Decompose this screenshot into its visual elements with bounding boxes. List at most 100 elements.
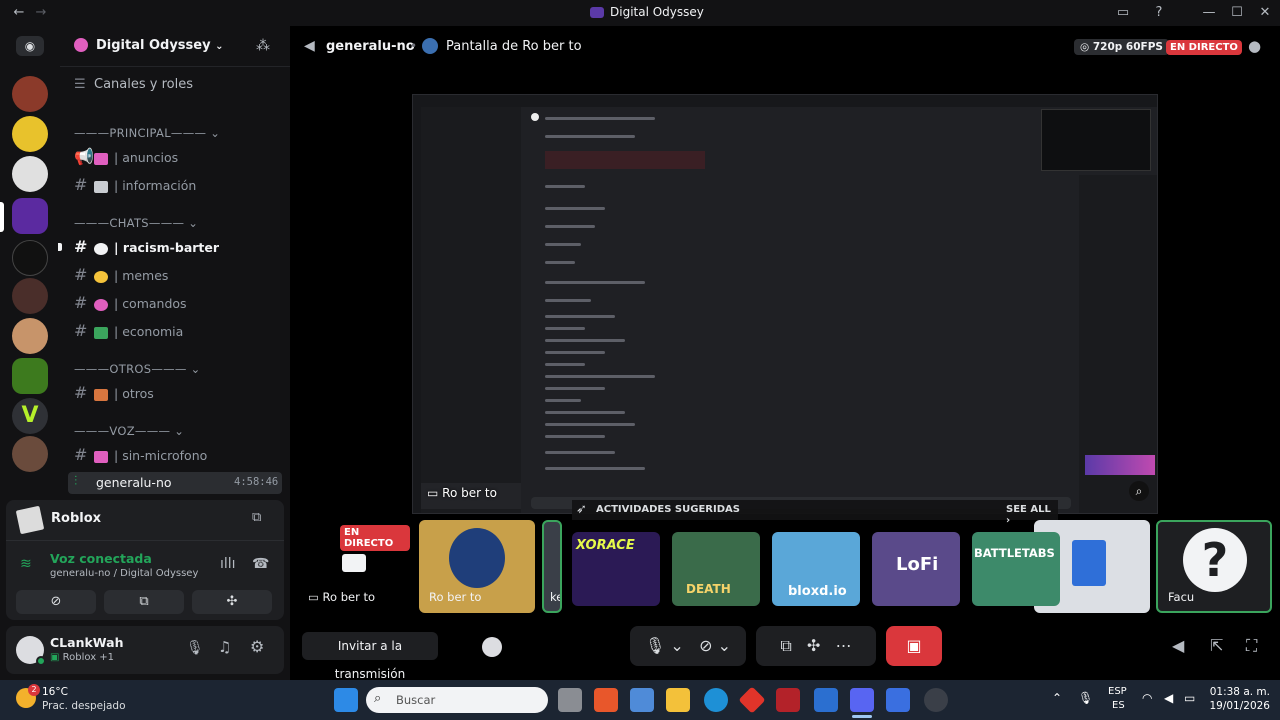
- windows-start-icon[interactable]: [334, 688, 358, 712]
- channel-sin-microfono[interactable]: # | sin-microfono: [74, 444, 207, 466]
- minimize-icon[interactable]: —: [1200, 4, 1218, 22]
- forward-arrow-icon[interactable]: →: [32, 4, 50, 22]
- activity-stream-icon[interactable]: ⧉: [252, 510, 261, 525]
- channel-racism-barter[interactable]: # | racism-barter: [74, 236, 219, 258]
- category-otros[interactable]: ———OTROS——— ⌄: [74, 362, 201, 376]
- battery-icon[interactable]: ▭: [1184, 691, 1195, 705]
- help-app-icon[interactable]: [704, 688, 728, 712]
- server-icon[interactable]: [12, 278, 48, 314]
- note-emoji-icon: [94, 180, 108, 193]
- participant-tile[interactable]: EN DIRECTO ▭ Ro ber to: [298, 520, 410, 613]
- taskbar-app-icon[interactable]: [924, 688, 948, 712]
- participant-tile[interactable]: ? Facu: [1156, 520, 1272, 613]
- brave-browser-icon[interactable]: [594, 688, 618, 712]
- task-view-icon[interactable]: [558, 688, 582, 712]
- invite-to-stream-button[interactable]: Invitar a la transmisión: [302, 632, 438, 681]
- channel-economia[interactable]: # | economia: [74, 320, 183, 342]
- clock-date[interactable]: 19/01/2026: [1206, 700, 1270, 712]
- taskbar-app-icon[interactable]: [886, 688, 910, 712]
- settings-gear-icon[interactable]: ⚙: [250, 637, 264, 656]
- discord-taskbar-icon[interactable]: [850, 688, 874, 712]
- activity-card[interactable]: XORACE: [572, 532, 660, 606]
- channel-informacion[interactable]: # | información: [74, 174, 196, 196]
- category-chats[interactable]: ———CHATS——— ⌄: [74, 216, 198, 230]
- channel-memes-label: memes: [122, 268, 169, 283]
- noise-suppression-icon[interactable]: ıllı: [220, 556, 236, 572]
- shared-screen[interactable]: ▭ Ro ber to ⌕: [412, 94, 1158, 514]
- file-explorer-icon[interactable]: [666, 688, 690, 712]
- headphones-icon[interactable]: ♫: [218, 638, 231, 656]
- tray-expand-icon[interactable]: ⌃: [1052, 691, 1062, 705]
- server-icon[interactable]: [12, 116, 48, 152]
- camera-off-button[interactable]: ⊘: [16, 590, 96, 614]
- server-icon[interactable]: [12, 240, 48, 276]
- help-icon[interactable]: ?: [1150, 4, 1168, 22]
- server-icon[interactable]: [12, 76, 48, 112]
- leave-stream-button[interactable]: ▣: [886, 626, 942, 666]
- window-title-text: Digital Odyssey: [610, 5, 704, 19]
- outlook-icon[interactable]: [814, 688, 838, 712]
- language-indicator[interactable]: ESP: [1108, 686, 1127, 697]
- server-icon[interactable]: [12, 318, 48, 354]
- participant-tile[interactable]: ke: [542, 520, 562, 613]
- hash-icon: #: [74, 175, 88, 194]
- server-icon[interactable]: [12, 436, 48, 472]
- server-icon[interactable]: [12, 358, 48, 394]
- activity-card[interactable]: bloxd.io: [772, 532, 860, 606]
- channel-generalu-no[interactable]: ⫶ generalu-no 4:58:46: [68, 472, 282, 494]
- activity-card[interactable]: BATTLETABS: [972, 532, 1060, 606]
- disconnect-icon[interactable]: ☎: [252, 556, 269, 572]
- microphone-icon[interactable]: 🎙: [186, 640, 204, 656]
- discord-home-icon[interactable]: ◉: [16, 36, 44, 56]
- speech-emoji-icon: [94, 242, 108, 255]
- server-icon[interactable]: V: [12, 398, 48, 434]
- category-principal[interactable]: ———PRINCIPAL——— ⌄: [74, 126, 220, 140]
- participant-tile[interactable]: Ro ber to: [419, 520, 535, 613]
- channel-memes[interactable]: # | memes: [74, 264, 168, 286]
- screen-banner: [1085, 455, 1155, 475]
- app-logo-icon: [590, 7, 604, 18]
- channel-otros[interactable]: # | otros: [74, 382, 154, 404]
- activities-button[interactable]: ✣: [192, 590, 272, 614]
- channel-comandos-label: comandos: [122, 296, 187, 311]
- mcafee-icon[interactable]: [776, 688, 800, 712]
- popout-icon[interactable]: ⇱: [1210, 636, 1223, 655]
- activity-card[interactable]: LoFi: [872, 532, 960, 606]
- maximize-icon[interactable]: ☐: [1228, 4, 1246, 22]
- volume-tray-icon[interactable]: ◀: [1164, 691, 1173, 705]
- window-title: Digital Odyssey: [590, 5, 704, 19]
- server-icon[interactable]: [12, 156, 48, 192]
- zoom-icon[interactable]: ⌕: [1129, 481, 1149, 501]
- back-arrow-icon[interactable]: ←: [10, 4, 28, 22]
- user-name[interactable]: CLankWah: [50, 635, 123, 650]
- screen-share-button[interactable]: ⧉: [104, 590, 184, 614]
- connection-icon: ≋: [20, 556, 32, 572]
- screen-thumbnail: [1041, 109, 1151, 171]
- fullscreen-icon[interactable]: ⛶: [1246, 636, 1257, 656]
- channel-anuncios[interactable]: 📢 | anuncios: [74, 146, 178, 168]
- screen-channel-list: [421, 107, 521, 513]
- copilot-icon[interactable]: [630, 688, 654, 712]
- inbox-icon[interactable]: ▭: [1114, 4, 1132, 22]
- chat-bubble-icon[interactable]: ●: [1248, 37, 1261, 55]
- activity-card[interactable]: DEATH: [672, 532, 760, 606]
- close-icon[interactable]: ✕: [1256, 4, 1274, 22]
- viewer-avatar[interactable]: [482, 637, 502, 657]
- volume-icon[interactable]: ◀: [1172, 636, 1184, 655]
- add-member-icon[interactable]: ⁂: [256, 38, 270, 54]
- microphone-control[interactable]: 🎙 ⌄ ⊘ ⌄: [630, 626, 746, 666]
- category-voz[interactable]: ———VOZ——— ⌄: [74, 424, 184, 438]
- red-diamond-app-icon[interactable]: [738, 686, 766, 714]
- voice-location[interactable]: generalu-no / Digital Odyssey: [50, 568, 198, 579]
- wifi-icon[interactable]: ◠: [1142, 691, 1152, 705]
- stream-channel-name[interactable]: generalu-no: [326, 39, 415, 54]
- digital-odyssey-server-icon[interactable]: [12, 198, 48, 234]
- voice-status: Voz conectada: [50, 551, 152, 566]
- channel-comandos[interactable]: # | comandos: [74, 292, 187, 314]
- tray-mic-icon[interactable]: 🎙: [1078, 691, 1093, 705]
- taskbar-search[interactable]: ⌕ Buscar: [366, 687, 548, 713]
- clock-time[interactable]: 01:38 a. m.: [1206, 686, 1270, 698]
- channels-and-roles[interactable]: ☰ Canales y roles: [74, 74, 193, 96]
- share-controls[interactable]: ⧉ ✣ ⋯: [756, 626, 876, 666]
- guild-name[interactable]: Digital Odyssey ⌄: [96, 38, 224, 53]
